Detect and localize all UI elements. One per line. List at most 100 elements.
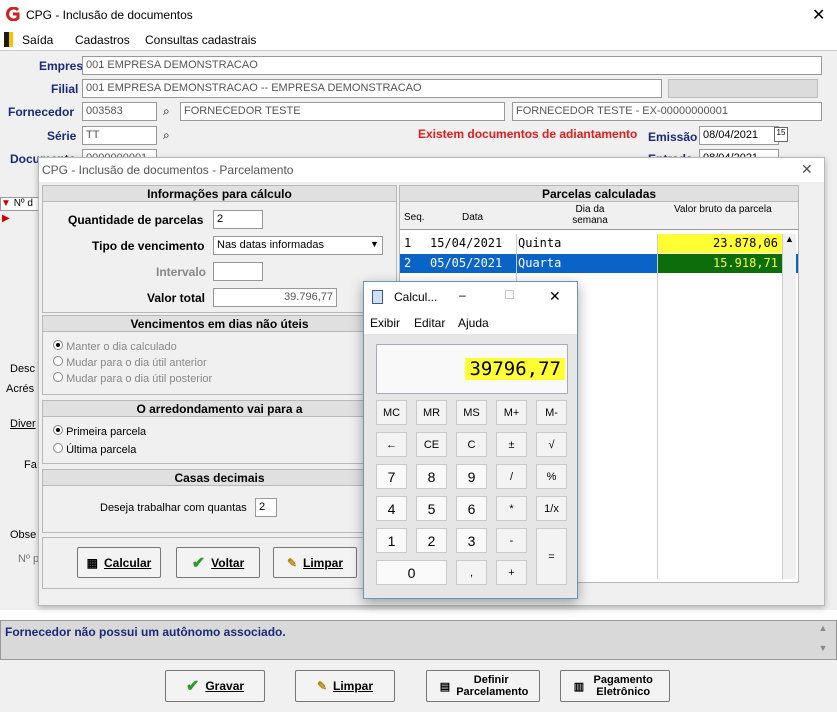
grid-scrollbar[interactable]: ▲ xyxy=(782,234,796,579)
limpar-label: Limpar xyxy=(303,555,344,570)
menu-cadastros[interactable]: Cadastros xyxy=(75,33,130,47)
casas-input[interactable]: 2 xyxy=(255,498,277,517)
calc-key-equals[interactable]: = xyxy=(536,528,567,585)
window-title: CPG - Inclusão de documentos xyxy=(26,8,193,22)
adiantamento-message: Existem documentos de adiantamento xyxy=(418,127,638,141)
calc-key-reciprocal[interactable]: 1/x xyxy=(536,496,567,521)
filial-extra-field xyxy=(668,79,818,98)
voltar-label: Voltar xyxy=(211,555,245,570)
calc-key-8[interactable]: 8 xyxy=(416,464,447,489)
calc-key-7[interactable]: 7 xyxy=(376,464,407,489)
calendar-icon[interactable]: 15 xyxy=(774,127,788,142)
close-icon[interactable]: ✕ xyxy=(801,161,813,178)
grid-column-header: ▼ Nº d xyxy=(0,197,40,211)
arred-option-label: Última parcela xyxy=(66,444,137,456)
calc-key-5[interactable]: 5 xyxy=(416,496,447,521)
table-row[interactable]: 1 15/04/2021 Quinta 23.878,06 xyxy=(400,234,798,253)
row-seq: 2 xyxy=(404,256,412,270)
side-label-np: Nº p xyxy=(18,553,40,565)
row-data: 15/04/2021 xyxy=(430,236,503,250)
calc-menu-exibir[interactable]: Exibir xyxy=(370,316,400,330)
arred-option-primeira[interactable]: Primeira parcela xyxy=(53,425,146,438)
calc-menu-editar[interactable]: Editar xyxy=(414,316,445,330)
close-icon[interactable]: ✕ xyxy=(549,288,561,305)
calc-key-2[interactable]: 2 xyxy=(416,528,447,553)
minimize-icon[interactable]: – xyxy=(459,288,466,302)
table-row[interactable]: 2 05/05/2021 Quarta 15.918,71 xyxy=(400,254,798,273)
tipo-vencimento-select[interactable]: Nas datas informadas xyxy=(213,236,383,255)
qtd-parcelas-input[interactable]: 2 xyxy=(213,210,263,229)
documents-icon: ▤ xyxy=(439,680,451,693)
binoculars-icon[interactable]: ⌕ xyxy=(163,104,170,119)
fornecedor-full-field: FORNECEDOR TESTE - EX-00000000001 xyxy=(512,102,822,121)
calc-key-mc[interactable]: MC xyxy=(376,400,407,425)
column-divider xyxy=(657,234,658,579)
gravar-button[interactable]: ✔ Gravar xyxy=(165,670,265,702)
chevron-down-icon[interactable]: ▼ xyxy=(370,239,379,249)
arred-header: O arredondamento vai para a xyxy=(43,401,396,417)
calc-key-backspace[interactable]: ← xyxy=(376,432,407,457)
qtd-label: Quantidade de parcelas xyxy=(68,213,204,227)
vencimentos-group: Vencimentos em dias não úteis Manter o d… xyxy=(42,315,397,395)
emissao-field[interactable]: 08/04/2021 xyxy=(699,126,779,145)
close-icon[interactable]: ✕ xyxy=(812,5,825,25)
row-valor: 23.878,06 xyxy=(658,234,782,253)
calc-key-9[interactable]: 9 xyxy=(456,464,487,489)
calc-menu-ajuda[interactable]: Ajuda xyxy=(458,316,489,330)
menu-saida[interactable]: Saída xyxy=(22,33,53,47)
calc-key-mr[interactable]: MR xyxy=(416,400,447,425)
menu-consultas[interactable]: Consultas cadastrais xyxy=(145,33,256,47)
calc-key-multiply[interactable]: * xyxy=(496,496,527,521)
calc-key-decimal[interactable]: , xyxy=(456,560,487,585)
calc-key-divide[interactable]: / xyxy=(496,464,527,489)
row-dia: Quinta xyxy=(518,236,562,250)
calc-key-percent[interactable]: % xyxy=(536,464,567,489)
empresa-field[interactable]: 001 EMPRESA DEMONSTRACAO xyxy=(82,56,822,75)
status-scrollbar[interactable]: ▲ ▼ xyxy=(813,623,833,657)
calc-key-0[interactable]: 0 xyxy=(376,560,447,585)
definir-label: Definir Parcelamento xyxy=(456,674,529,698)
broom-icon: ✎ xyxy=(286,555,298,570)
calc-key-clear[interactable]: C xyxy=(456,432,487,457)
calculator-icon xyxy=(372,290,383,304)
binoculars-icon[interactable]: ⌕ xyxy=(163,128,170,143)
limpar-button[interactable]: ✎ Limpar xyxy=(273,547,357,578)
calc-key-3[interactable]: 3 xyxy=(456,528,487,553)
side-label-acres: Acrés xyxy=(6,383,35,395)
arred-option-ultima[interactable]: Última parcela xyxy=(53,443,136,456)
venc-option-anterior[interactable]: Mudar para o dia útil anterior xyxy=(53,356,207,369)
limpar-bottom-button[interactable]: ✎ Limpar xyxy=(295,670,395,702)
radio-icon xyxy=(53,356,63,366)
calc-key-add[interactable]: + xyxy=(496,560,527,585)
voltar-button[interactable]: ✔ Voltar xyxy=(176,547,260,578)
side-label-diver[interactable]: Diver xyxy=(10,418,36,430)
calc-key-sqrt[interactable]: √ xyxy=(536,432,567,457)
info-header: Informações para cálculo xyxy=(43,186,396,202)
calc-key-1[interactable]: 1 xyxy=(376,528,407,553)
valor-total-field[interactable]: 39.796,77 xyxy=(213,288,337,307)
col-seq: Seq. xyxy=(404,212,425,223)
calc-key-m-minus[interactable]: M- xyxy=(536,400,567,425)
venc-option-posterior[interactable]: Mudar para o dia útil posterior xyxy=(53,372,212,385)
scroll-up-icon[interactable]: ▲ xyxy=(783,234,796,244)
calc-key-m-plus[interactable]: M+ xyxy=(496,400,527,425)
calc-key-ce[interactable]: CE xyxy=(416,432,447,457)
calc-key-negate[interactable]: ± xyxy=(496,432,527,457)
calc-key-ms[interactable]: MS xyxy=(456,400,487,425)
venc-option-manter[interactable]: Manter o dia calculado xyxy=(53,340,177,353)
filial-label: Filial xyxy=(51,82,79,96)
serie-label: Série xyxy=(47,129,77,143)
definir-parcelamento-button[interactable]: ▤ Definir Parcelamento xyxy=(426,670,540,702)
pagamento-eletronico-button[interactable]: ▥ Pagamento Eletrônico xyxy=(560,670,670,702)
calc-key-4[interactable]: 4 xyxy=(376,496,407,521)
menu-bar: Saída Cadastros Consultas cadastrais xyxy=(0,30,837,50)
filial-field[interactable]: 001 EMPRESA DEMONSTRACAO -- EMPRESA DEMO… xyxy=(82,79,662,98)
serie-field[interactable]: TT xyxy=(82,126,157,145)
calc-key-subtract[interactable]: - xyxy=(496,528,527,553)
calcular-button[interactable]: ▦ Calcular xyxy=(77,547,161,578)
radio-icon xyxy=(53,372,63,382)
intervalo-input[interactable] xyxy=(213,262,263,281)
calc-key-6[interactable]: 6 xyxy=(456,496,487,521)
fornecedor-code-field[interactable]: 003583 xyxy=(82,102,157,121)
fornecedor-name-field: FORNECEDOR TESTE xyxy=(180,102,505,121)
